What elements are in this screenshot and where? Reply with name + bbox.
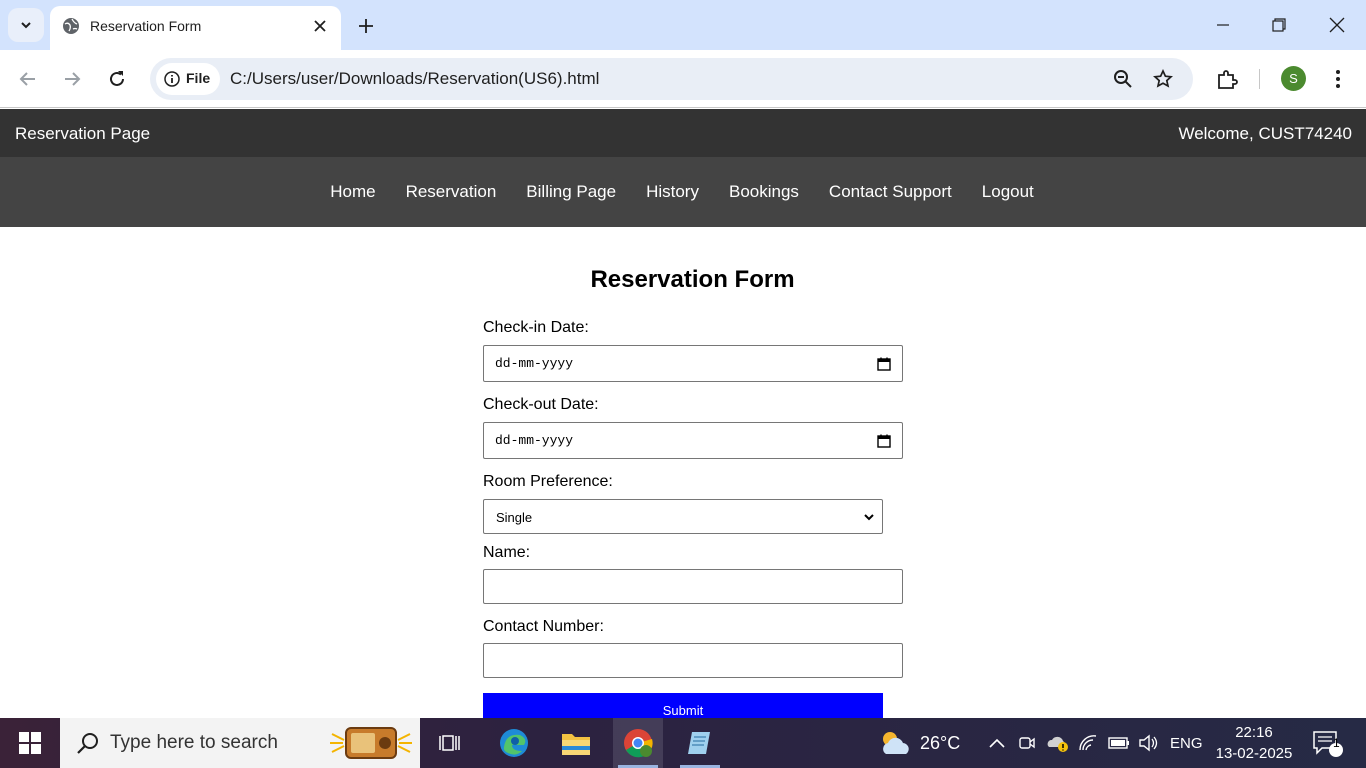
folder-icon — [562, 734, 590, 755]
checkout-placeholder: dd-mm-yyyy — [495, 433, 574, 448]
close-icon — [1329, 17, 1345, 33]
tab-search-button[interactable] — [8, 8, 44, 42]
clock[interactable]: 22:16 13-02-2025 — [1214, 718, 1294, 768]
name-label: Name: — [483, 544, 531, 561]
volume-icon[interactable] — [1138, 734, 1160, 752]
taskbar-search-box[interactable]: Type here to search — [60, 718, 420, 768]
site-navigation: Home Reservation Billing Page History Bo… — [0, 157, 1366, 227]
forward-button[interactable] — [57, 64, 87, 94]
radio-highlight-icon[interactable] — [326, 724, 416, 762]
nav-history[interactable]: History — [646, 182, 699, 202]
restore-icon — [1272, 18, 1286, 32]
language-indicator[interactable]: ENG — [1170, 718, 1203, 768]
nav-home[interactable]: Home — [330, 182, 375, 202]
calendar-icon[interactable] — [877, 434, 891, 448]
contact-number-input[interactable] — [483, 643, 903, 678]
bookmark-star-icon[interactable] — [1152, 68, 1174, 90]
windows-taskbar: Type here to search 26°C ENG 22:16 13-02… — [0, 718, 1366, 768]
file-explorer-button[interactable] — [551, 718, 601, 768]
room-preference-label: Room Preference: — [483, 473, 613, 490]
edge-icon — [500, 729, 528, 757]
profile-avatar[interactable]: S — [1281, 66, 1306, 91]
checkin-label: Check-in Date: — [483, 319, 589, 336]
browser-toolbar: File C:/Users/user/Downloads/Reservation… — [0, 50, 1366, 108]
calendar-icon[interactable] — [877, 357, 891, 371]
chrome-taskbar-button[interactable] — [613, 718, 663, 768]
tab-title: Reservation Form — [90, 18, 202, 34]
notification-center-button[interactable]: 1 — [1312, 718, 1346, 768]
clock-date: 13-02-2025 — [1215, 745, 1293, 762]
room-preference-select[interactable]: Single — [483, 499, 883, 534]
browser-tab-active[interactable]: Reservation Form — [50, 6, 341, 50]
windows-logo-icon — [19, 732, 41, 754]
toolbar-divider — [1259, 69, 1260, 89]
system-tray — [988, 718, 1160, 768]
more-vert-icon — [1336, 70, 1340, 88]
checkout-label: Check-out Date: — [483, 396, 599, 413]
restore-button[interactable] — [1264, 10, 1294, 40]
puzzle-icon — [1218, 70, 1238, 89]
welcome-text: Welcome, CUST74240 — [1178, 124, 1352, 143]
search-icon — [77, 733, 98, 754]
browser-tab-strip: Reservation Form — [0, 0, 1366, 50]
plus-icon — [359, 19, 373, 33]
notepad-icon — [688, 732, 710, 754]
extensions-button[interactable] — [1212, 64, 1242, 94]
network-icon[interactable] — [1078, 734, 1098, 752]
close-window-button[interactable] — [1322, 10, 1352, 40]
address-bar[interactable]: File C:/Users/user/Downloads/Reservation… — [150, 58, 1193, 100]
search-placeholder: Type here to search — [110, 732, 278, 753]
onedrive-warning-icon[interactable] — [1046, 733, 1070, 753]
notification-icon — [1313, 731, 1343, 757]
name-input[interactable] — [483, 569, 903, 604]
minimize-icon — [1217, 24, 1229, 26]
nav-bookings[interactable]: Bookings — [729, 182, 799, 202]
battery-icon[interactable] — [1108, 736, 1130, 750]
chrome-icon — [624, 729, 653, 758]
nav-billing-page[interactable]: Billing Page — [526, 182, 616, 202]
checkout-date-input[interactable]: dd-mm-yyyy — [483, 422, 903, 459]
room-preference-value: Single — [496, 510, 533, 525]
checkin-date-input[interactable]: dd-mm-yyyy — [483, 345, 903, 382]
weather-temperature: 26°C — [920, 732, 961, 753]
arrow-left-icon — [19, 72, 35, 86]
close-tab-icon[interactable] — [310, 16, 330, 36]
chip-label: File — [186, 70, 211, 86]
nav-contact-support[interactable]: Contact Support — [829, 182, 952, 202]
notification-count: 1 — [1333, 736, 1340, 750]
menu-button[interactable] — [1323, 64, 1353, 94]
arrow-right-icon — [65, 72, 81, 86]
url-text[interactable]: C:/Users/user/Downloads/Reservation(US6)… — [230, 69, 599, 89]
site-title: Reservation Page — [15, 124, 151, 143]
clock-time: 22:16 — [1235, 724, 1273, 741]
site-header: Reservation Page Welcome, CUST74240 — [0, 109, 1366, 157]
minimize-button[interactable] — [1208, 10, 1238, 40]
zoom-icon[interactable] — [1112, 68, 1134, 90]
checkin-placeholder: dd-mm-yyyy — [495, 356, 574, 371]
form-title: Reservation Form — [590, 266, 795, 293]
notepad-taskbar-button[interactable] — [675, 718, 725, 768]
task-view-icon — [439, 735, 460, 751]
nav-reservation[interactable]: Reservation — [406, 182, 497, 202]
chevron-up-icon[interactable] — [988, 736, 1006, 750]
info-icon — [164, 71, 180, 87]
chevron-down-icon — [21, 22, 31, 29]
task-view-button[interactable] — [425, 718, 475, 768]
reservation-form: Reservation Form Check-in Date: dd-mm-yy… — [483, 262, 904, 728]
new-tab-button[interactable] — [352, 12, 380, 40]
globe-icon — [63, 18, 79, 34]
partly-cloudy-icon — [883, 732, 909, 754]
site-info-chip[interactable]: File — [156, 63, 220, 95]
camera-icon[interactable] — [1018, 734, 1036, 752]
start-button[interactable] — [0, 718, 60, 768]
reload-button[interactable] — [102, 64, 132, 94]
back-button[interactable] — [13, 64, 43, 94]
chevron-down-icon — [864, 514, 874, 521]
nav-logout[interactable]: Logout — [982, 182, 1034, 202]
edge-taskbar-button[interactable] — [489, 718, 539, 768]
reload-icon — [110, 71, 124, 86]
weather-widget[interactable]: 26°C — [878, 718, 960, 768]
contact-number-label: Contact Number: — [483, 618, 604, 635]
